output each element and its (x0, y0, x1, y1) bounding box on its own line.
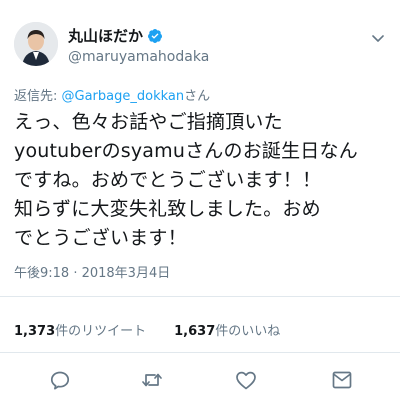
tweet-line: えっ、色々お話やご指摘頂いた (14, 111, 283, 133)
share-icon[interactable] (330, 368, 354, 392)
tweet-stats: 1,373件のリツイート 1,637件のいいね (14, 320, 280, 339)
heart-icon[interactable] (234, 368, 258, 392)
likes-label: 件のいいね (215, 324, 281, 339)
retweets-label: 件のリツイート (55, 324, 147, 339)
tweet-line: ですね。おめでとうございます！！ (14, 169, 322, 191)
likes-count: 1,637 (174, 324, 216, 339)
retweets-stat[interactable]: 1,373件のリツイート (14, 320, 146, 339)
tweet-timestamp[interactable]: 午後9:18 · 2018年3月4日 (14, 262, 170, 281)
reply-mention-link[interactable]: @Garbage_dokkan (62, 89, 185, 104)
user-handle[interactable]: @maruyamahodaka (68, 49, 209, 66)
divider (0, 296, 400, 297)
reply-prefix: 返信先: (14, 89, 62, 104)
chevron-down-icon[interactable] (370, 30, 386, 46)
user-info: 丸山ほだか @maruyamahodaka (68, 26, 209, 66)
tweet-text: えっ、色々お話やご指摘頂いた youtuberのsyamuさんのお誕生日なん で… (14, 108, 390, 253)
likes-stat[interactable]: 1,637件のいいね (174, 320, 280, 339)
display-name[interactable]: 丸山ほだか (68, 27, 163, 45)
tweet-line: でとうございます！ (14, 227, 187, 249)
verified-badge-icon (147, 28, 163, 44)
tweet-detail: 丸山ほだか @maruyamahodaka 返信先: @Garbage_dokk… (0, 0, 400, 400)
retweet-icon[interactable] (140, 368, 164, 392)
tweet-header: 丸山ほだか @maruyamahodaka (14, 22, 390, 74)
display-name-text[interactable]: 丸山ほだか (68, 27, 143, 45)
retweets-count: 1,373 (14, 324, 56, 339)
tweet-line: youtuberのsyamuさんのお誕生日なん (14, 140, 358, 162)
action-bar (0, 364, 400, 392)
avatar[interactable] (14, 22, 58, 66)
reply-icon[interactable] (48, 368, 72, 392)
reply-context: 返信先: @Garbage_dokkanさん (14, 88, 210, 106)
tweet-line: 知らずに大変失礼致しました。おめ (14, 198, 321, 220)
divider (0, 352, 400, 353)
reply-suffix: さん (184, 89, 211, 104)
